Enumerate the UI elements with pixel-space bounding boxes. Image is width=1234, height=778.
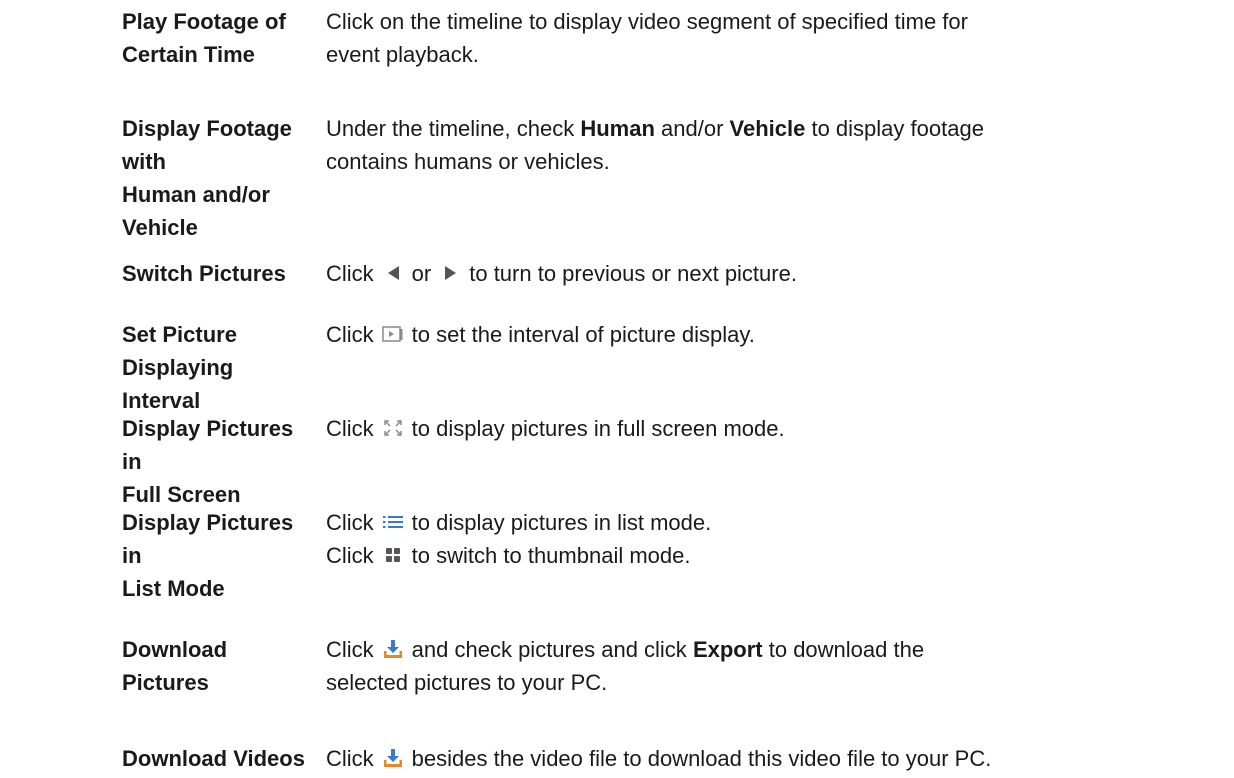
term-set-interval: Set Picture Displaying Interval <box>122 318 317 417</box>
term-line: Human and/or <box>122 182 270 207</box>
desc-full-screen: Click to display pictures in full screen … <box>326 412 1216 445</box>
desc-text: to display footage <box>805 116 984 141</box>
desc-switch-pictures: Click or to turn to previous or next pictu… <box>326 257 1216 290</box>
term-line: Download Pictures <box>122 637 228 695</box>
term-list-mode: Display Pictures in List Mode <box>122 506 317 605</box>
bold-export: Export <box>692 637 763 662</box>
term-line: Vehicle <box>122 215 198 240</box>
desc-line: Click to switch to thumbnail mode. <box>326 539 1216 572</box>
desc-text: Click <box>326 637 374 662</box>
desc-line: selected pictures to your PC. <box>326 670 608 695</box>
list-icon <box>380 511 406 533</box>
desc-line: Click on the timeline to display video s… <box>326 9 968 34</box>
desc-download-videos: Click besides the video file to download … <box>326 742 1216 775</box>
desc-line: event playback. <box>326 42 479 67</box>
desc-text: to turn to previous or next picture. <box>469 261 797 286</box>
desc-play-footage: Click on the timeline to display video s… <box>326 5 1216 71</box>
desc-text: and check pictures and click <box>411 637 693 662</box>
term-line: Certain Time <box>122 42 255 67</box>
desc-text: Click <box>326 746 374 771</box>
term-line: Switch Pictures <box>122 261 286 286</box>
term-line: Download Videos <box>122 746 305 771</box>
term-line: Display Footage with <box>122 116 292 174</box>
desc-line: Under the timeline, check Human and/or V… <box>326 112 1216 145</box>
term-line: Displaying Interval <box>122 355 234 413</box>
download-icon <box>380 638 406 660</box>
desc-text: Click <box>326 416 374 441</box>
slideshow-icon <box>380 323 406 345</box>
grid-icon <box>380 544 406 566</box>
desc-line: Click to display pictures in list mode. <box>326 506 1216 539</box>
desc-download-pictures: Click and check pictures and click Export… <box>326 633 1216 699</box>
desc-line: Click or to turn to previous or next pictu… <box>326 257 1216 290</box>
desc-text: and/or <box>654 116 730 141</box>
desc-line: Click besides the video file to download … <box>326 742 1216 775</box>
desc-set-interval: Click to set the interval of picture disp… <box>326 318 1216 351</box>
desc-text: Click <box>326 510 374 535</box>
term-download-pictures: Download Pictures <box>122 633 317 699</box>
term-line: List Mode <box>122 576 225 601</box>
bold-human: Human <box>580 116 655 141</box>
desc-line: Click to display pictures in full screen … <box>326 412 1216 445</box>
desc-text: to display pictures in list mode. <box>411 510 712 535</box>
desc-text: Under the timeline, check <box>326 116 581 141</box>
term-line: Set Picture <box>122 322 237 347</box>
term-play-footage: Play Footage of Certain Time <box>122 5 317 71</box>
term-full-screen: Display Pictures in Full Screen <box>122 412 317 511</box>
term-line: Play Footage of <box>122 9 286 34</box>
desc-text: Click <box>326 322 374 347</box>
desc-line: contains humans or vehicles. <box>326 149 610 174</box>
term-switch-pictures: Switch Pictures <box>122 257 317 290</box>
desc-list-mode: Click to display pictures in list mode. C… <box>326 506 1216 572</box>
triangle-right-icon <box>437 262 463 284</box>
desc-text: besides the video file to download this … <box>411 746 992 771</box>
triangle-left-icon <box>380 262 406 284</box>
desc-text: to switch to thumbnail mode. <box>411 543 691 568</box>
desc-line: Click and check pictures and click Export… <box>326 633 1216 666</box>
desc-display-footage: Under the timeline, check Human and/or V… <box>326 112 1216 178</box>
desc-text: to download the <box>762 637 925 662</box>
desc-text: to display pictures in full screen mode. <box>411 416 785 441</box>
download-icon <box>380 747 406 769</box>
term-display-footage: Display Footage with Human and/or Vehicl… <box>122 112 317 244</box>
term-line: Display Pictures in <box>122 510 294 568</box>
term-line: Display Pictures in <box>122 416 294 474</box>
desc-text: or <box>411 261 432 286</box>
desc-text: to set the interval of picture display. <box>411 322 755 347</box>
fullscreen-icon <box>380 417 406 439</box>
desc-text: Click <box>326 261 374 286</box>
bold-vehicle: Vehicle <box>729 116 806 141</box>
desc-text: Click <box>326 543 374 568</box>
term-download-videos: Download Videos <box>122 742 317 775</box>
desc-line: Click to set the interval of picture disp… <box>326 318 1216 351</box>
